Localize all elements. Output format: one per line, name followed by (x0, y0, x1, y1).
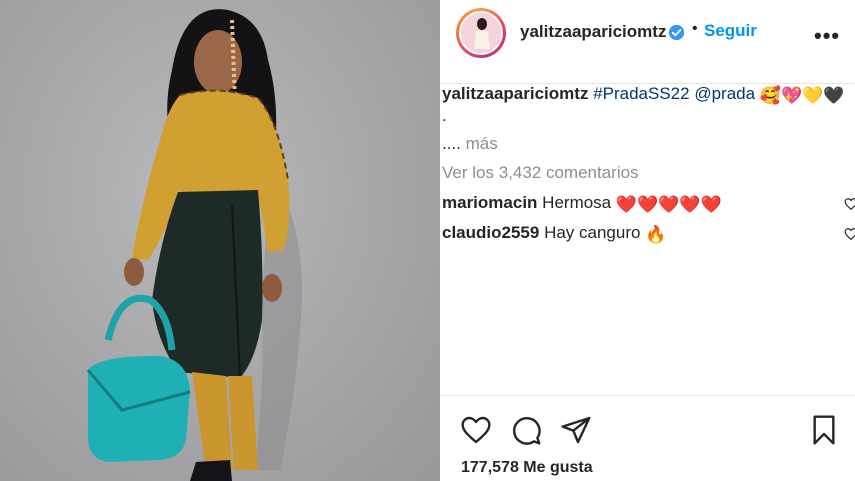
caption-emojis: 🥰💖💛🖤 (759, 86, 845, 105)
comment-icon[interactable] (510, 414, 542, 446)
comment-row: claudio2559 Hay canguro 🔥 (442, 223, 666, 245)
view-all-comments-link[interactable]: Ver los 3,432 comentarios (442, 163, 639, 183)
more-link[interactable]: más (466, 134, 498, 153)
comment-like-icon[interactable] (844, 227, 855, 241)
post-photo[interactable] (0, 0, 440, 481)
post-details-panel: yalitzaapariciomtz • Seguir ••• yalitzaa… (440, 0, 855, 481)
comment-emoji: ❤️❤️❤️❤️❤️ (615, 195, 722, 214)
verified-icon (668, 24, 685, 41)
comment-username[interactable]: mariomacin (442, 193, 537, 212)
header-username[interactable]: yalitzaapariciomtz (520, 22, 666, 42)
bookmark-icon[interactable] (808, 414, 840, 446)
comment-emoji: 🔥 (645, 225, 667, 244)
comment-text: Hay canguro (544, 223, 641, 242)
caption-ellipsis: .... (442, 134, 461, 153)
caption: yalitzaapariciomtz #PradaSS22 @prada 🥰💖💛… (442, 84, 844, 106)
comment-like-icon[interactable] (844, 197, 855, 211)
photo-illustration (86, 9, 302, 481)
likes-count[interactable]: 177,578 Me gusta (461, 459, 593, 477)
comment-username[interactable]: claudio2559 (442, 223, 539, 242)
follow-button[interactable]: Seguir (704, 21, 757, 41)
caption-line-2: . (442, 106, 447, 125)
post-header: yalitzaapariciomtz • Seguir ••• (440, 0, 855, 84)
avatar[interactable] (459, 11, 503, 55)
story-ring[interactable] (456, 8, 506, 58)
caption-line-3: .... más (442, 134, 498, 154)
comment-row: mariomacin Hermosa ❤️❤️❤️❤️❤️ (442, 193, 722, 215)
more-options-button[interactable]: ••• (814, 23, 840, 49)
heart-icon[interactable] (460, 414, 492, 446)
header-separator: • (692, 20, 698, 37)
comment-text: Hermosa (542, 193, 612, 212)
share-icon[interactable] (560, 414, 592, 446)
caption-hashtag[interactable]: #PradaSS22 (593, 84, 689, 103)
action-bar: 177,578 Me gusta (440, 395, 855, 481)
caption-username[interactable]: yalitzaapariciomtz (442, 84, 588, 103)
caption-mention[interactable]: @prada (694, 84, 755, 103)
